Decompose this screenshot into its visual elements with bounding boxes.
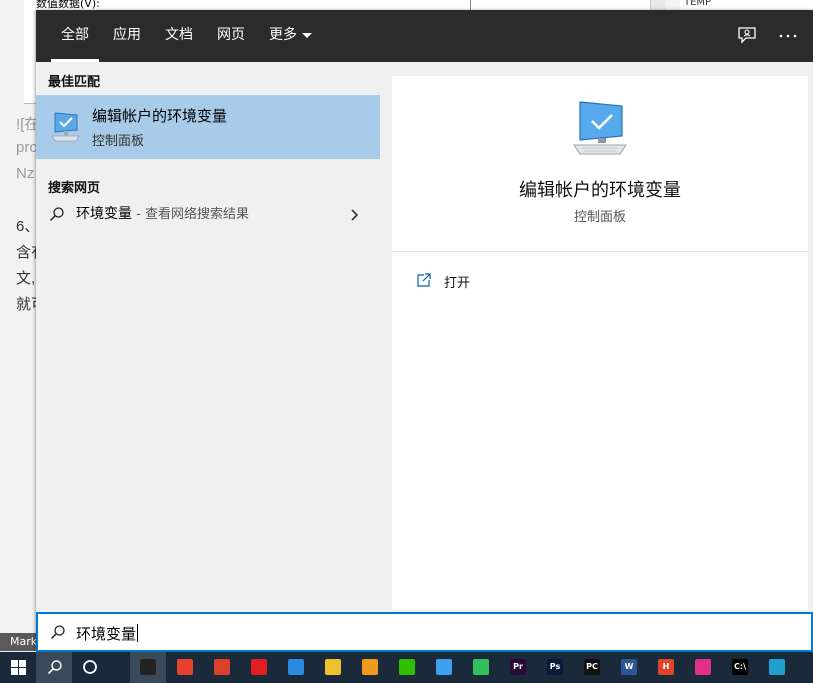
file-explorer-icon xyxy=(325,659,341,675)
app-grid-button[interactable] xyxy=(204,652,240,683)
cmd-button[interactable]: C:\ xyxy=(722,652,758,683)
search-icon xyxy=(49,206,65,222)
best-match-heading: 最佳匹配 xyxy=(48,75,101,90)
chevron-right-icon[interactable] xyxy=(348,207,362,221)
feedback-icon[interactable] xyxy=(735,24,759,48)
markdown-label: Mark xyxy=(0,633,37,651)
web-search-hint: - 查看网络搜索结果 xyxy=(132,207,249,222)
word-button[interactable]: W xyxy=(611,652,647,683)
cortana-icon xyxy=(82,659,98,679)
app-g-icon xyxy=(362,659,378,675)
tab-apps[interactable]: 应用 xyxy=(113,10,141,62)
preview-title: 编辑帐户的环境变量 xyxy=(519,180,681,201)
web-search-heading: 搜索网页 xyxy=(48,181,101,196)
preview-pane: 编辑帐户的环境变量 控制面板 打开 xyxy=(392,76,808,610)
best-match-title: 编辑帐户的环境变量 xyxy=(92,107,228,125)
results-pane: 最佳匹配 编辑帐户的环境变量 控制面板 搜索网页 环境变量 - 查看网络搜索结果 xyxy=(36,62,380,610)
search-icon xyxy=(47,659,63,679)
cmd-icon: C:\ xyxy=(732,659,748,675)
preview-subtitle: 控制面板 xyxy=(573,210,626,225)
web-search-query: 环境变量 - 查看网络搜索结果 xyxy=(76,203,249,223)
open-action[interactable]: 打开 xyxy=(444,272,470,291)
app-grid-icon xyxy=(214,659,230,675)
chevron-down-icon xyxy=(302,32,312,38)
search-input[interactable]: 环境变量 xyxy=(76,623,139,644)
open-icon xyxy=(416,272,432,288)
more-icon[interactable] xyxy=(776,24,800,48)
premiere-button[interactable]: Pr xyxy=(500,652,536,683)
search-box[interactable]: 环境变量 xyxy=(36,612,813,652)
pycharm-icon: PC xyxy=(584,659,600,675)
player-icon xyxy=(473,659,489,675)
start-icon xyxy=(11,660,26,679)
app-grid-blue-icon xyxy=(769,659,785,675)
app-h-button[interactable]: H xyxy=(648,652,684,683)
cortana-button[interactable] xyxy=(72,652,108,683)
photoshop-icon: Ps xyxy=(547,659,563,675)
baidu-netdisk-icon xyxy=(436,659,452,675)
app-blue-button[interactable] xyxy=(278,652,314,683)
monitor-checkmark-icon xyxy=(49,109,83,143)
app-blue-icon xyxy=(288,659,304,675)
doc-text-line: pro xyxy=(16,139,38,156)
wechat-button[interactable] xyxy=(389,652,425,683)
tab-more-label: 更多 xyxy=(269,27,297,43)
doc-text-line: 文, xyxy=(16,270,36,287)
tab-web[interactable]: 网页 xyxy=(217,10,245,62)
pycharm-button[interactable]: PC xyxy=(574,652,610,683)
app-pointer-button[interactable] xyxy=(685,652,721,683)
file-explorer-button[interactable] xyxy=(315,652,351,683)
monitor-checkmark-icon xyxy=(568,98,632,158)
filter-bar: 全部 应用 文档 网页 更多 xyxy=(36,10,813,62)
player-button[interactable] xyxy=(463,652,499,683)
best-match-subtitle: 控制面板 xyxy=(92,134,145,149)
baidu-netdisk-button[interactable] xyxy=(426,652,462,683)
chrome-button[interactable] xyxy=(167,652,203,683)
photoshop-button[interactable]: Ps xyxy=(537,652,573,683)
start-button[interactable] xyxy=(0,652,36,683)
search-input-value: 环境变量 xyxy=(76,625,137,643)
search-panel: 全部 应用 文档 网页 更多 最佳匹配 编辑帐户的环境变量 控制面板 搜索网页 … xyxy=(36,10,813,650)
tab-all[interactable]: 全部 xyxy=(51,10,99,62)
doc-text-line: Nz xyxy=(16,165,35,182)
text-cursor xyxy=(137,624,139,642)
web-query-text: 环境变量 xyxy=(76,206,132,222)
app-grid-blue-button[interactable] xyxy=(759,652,795,683)
qq-icon xyxy=(140,659,156,675)
app-pointer-icon xyxy=(695,659,711,675)
netease-music-button[interactable] xyxy=(241,652,277,683)
word-icon: W xyxy=(621,659,637,675)
divider xyxy=(392,251,808,252)
taskbar: Pr Ps PC W H C:\ xyxy=(0,652,813,683)
qq-button[interactable] xyxy=(130,652,166,683)
tab-documents[interactable]: 文档 xyxy=(165,10,193,62)
premiere-icon: Pr xyxy=(510,659,526,675)
best-match-result[interactable]: 编辑帐户的环境变量 控制面板 xyxy=(36,95,380,159)
wechat-icon xyxy=(399,659,415,675)
web-search-result[interactable]: 环境变量 - 查看网络搜索结果 xyxy=(36,198,380,232)
netease-music-icon xyxy=(251,659,267,675)
search-button[interactable] xyxy=(36,652,72,683)
app-h-icon: H xyxy=(658,659,674,675)
app-g-button[interactable] xyxy=(352,652,388,683)
tab-more[interactable]: 更多 xyxy=(269,10,312,62)
chrome-icon xyxy=(177,659,193,675)
search-icon xyxy=(50,624,66,640)
